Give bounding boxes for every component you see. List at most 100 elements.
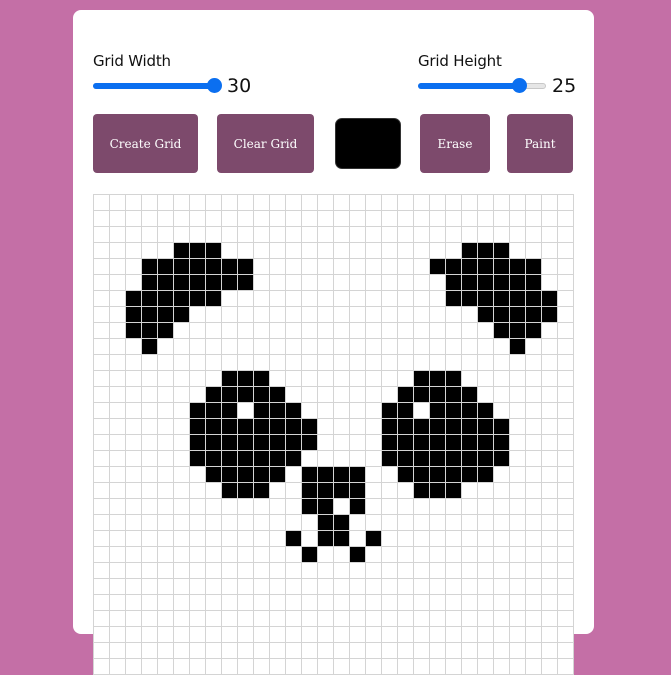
grid-cell[interactable] [526,291,542,307]
grid-cell[interactable] [334,515,350,531]
grid-cell[interactable] [478,387,494,403]
grid-cell[interactable] [366,451,382,467]
grid-cell[interactable] [510,371,526,387]
grid-cell[interactable] [222,419,238,435]
grid-cell[interactable] [126,307,142,323]
grid-cell[interactable] [478,531,494,547]
grid-cell[interactable] [350,387,366,403]
grid-cell[interactable] [94,451,110,467]
grid-cell[interactable] [270,355,286,371]
grid-cell[interactable] [462,419,478,435]
grid-cell[interactable] [286,211,302,227]
grid-cell[interactable] [206,547,222,563]
grid-cell[interactable] [190,387,206,403]
grid-cell[interactable] [110,659,126,675]
grid-cell[interactable] [238,659,254,675]
grid-cell[interactable] [302,547,318,563]
grid-cell[interactable] [478,611,494,627]
grid-cell[interactable] [462,627,478,643]
grid-cell[interactable] [158,419,174,435]
grid-cell[interactable] [254,323,270,339]
grid-cell[interactable] [430,275,446,291]
grid-cell[interactable] [270,339,286,355]
grid-cell[interactable] [462,387,478,403]
grid-cell[interactable] [430,627,446,643]
grid-cell[interactable] [446,243,462,259]
grid-cell[interactable] [238,307,254,323]
grid-cell[interactable] [398,627,414,643]
grid-cell[interactable] [190,531,206,547]
grid-cell[interactable] [334,611,350,627]
grid-cell[interactable] [94,611,110,627]
grid-cell[interactable] [174,227,190,243]
grid-cell[interactable] [558,307,574,323]
paint-button[interactable]: Paint [507,114,573,173]
grid-cell[interactable] [478,307,494,323]
grid-cell[interactable] [110,307,126,323]
grid-cell[interactable] [190,307,206,323]
grid-cell[interactable] [142,195,158,211]
grid-cell[interactable] [286,499,302,515]
grid-cell[interactable] [222,307,238,323]
grid-cell[interactable] [494,227,510,243]
grid-cell[interactable] [494,643,510,659]
grid-cell[interactable] [302,467,318,483]
grid-cell[interactable] [430,563,446,579]
grid-cell[interactable] [286,515,302,531]
grid-cell[interactable] [286,275,302,291]
grid-cell[interactable] [238,195,254,211]
grid-cell[interactable] [222,659,238,675]
grid-cell[interactable] [414,403,430,419]
grid-cell[interactable] [478,323,494,339]
grid-cell[interactable] [382,323,398,339]
grid-cell[interactable] [478,419,494,435]
grid-cell[interactable] [158,259,174,275]
grid-cell[interactable] [110,579,126,595]
grid-cell[interactable] [318,659,334,675]
grid-cell[interactable] [158,339,174,355]
grid-cell[interactable] [542,419,558,435]
grid-cell[interactable] [526,371,542,387]
grid-cell[interactable] [478,403,494,419]
grid-cell[interactable] [494,339,510,355]
grid-cell[interactable] [462,291,478,307]
grid-cell[interactable] [542,643,558,659]
grid-cell[interactable] [158,515,174,531]
grid-cell[interactable] [110,259,126,275]
grid-cell[interactable] [542,243,558,259]
grid-cell[interactable] [494,323,510,339]
grid-cell[interactable] [494,627,510,643]
grid-cell[interactable] [94,307,110,323]
grid-cell[interactable] [414,387,430,403]
grid-cell[interactable] [142,483,158,499]
grid-cell[interactable] [558,643,574,659]
grid-cell[interactable] [142,499,158,515]
grid-cell[interactable] [238,627,254,643]
grid-cell[interactable] [174,627,190,643]
grid-cell[interactable] [142,275,158,291]
grid-cell[interactable] [542,291,558,307]
grid-cell[interactable] [366,659,382,675]
grid-cell[interactable] [142,643,158,659]
grid-cell[interactable] [334,499,350,515]
grid-cell[interactable] [110,643,126,659]
grid-cell[interactable] [270,371,286,387]
grid-cell[interactable] [206,611,222,627]
grid-cell[interactable] [350,307,366,323]
grid-cell[interactable] [462,547,478,563]
grid-cell[interactable] [398,419,414,435]
grid-cell[interactable] [558,563,574,579]
grid-cell[interactable] [302,307,318,323]
grid-cell[interactable] [510,275,526,291]
grid-cell[interactable] [446,435,462,451]
grid-cell[interactable] [430,355,446,371]
grid-cell[interactable] [206,307,222,323]
grid-cell[interactable] [350,499,366,515]
grid-cell[interactable] [318,371,334,387]
grid-cell[interactable] [558,403,574,419]
grid-cell[interactable] [318,387,334,403]
grid-cell[interactable] [350,291,366,307]
grid-cell[interactable] [446,595,462,611]
grid-width-slider-thumb[interactable] [207,78,222,93]
grid-cell[interactable] [110,339,126,355]
